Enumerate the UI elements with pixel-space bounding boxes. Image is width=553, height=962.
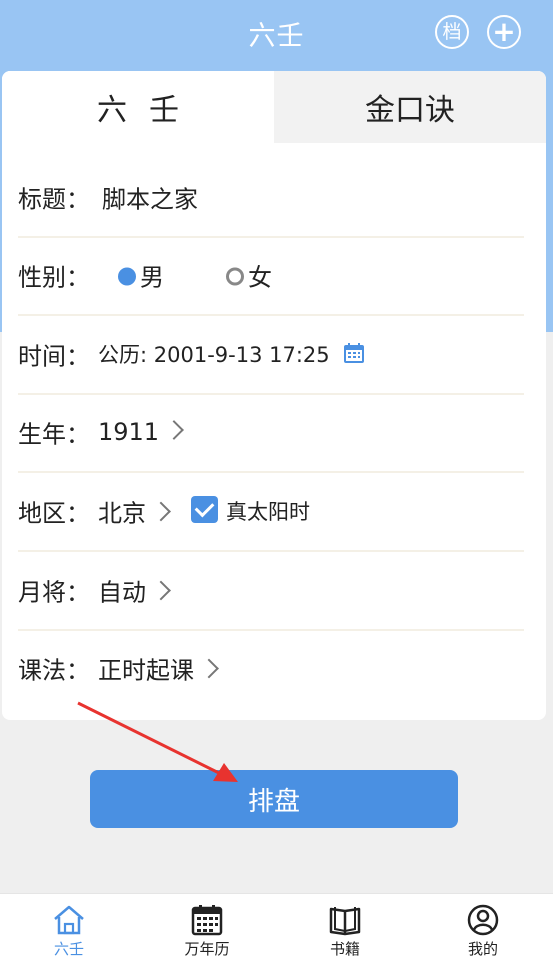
nav-item-profile[interactable]: 我的 xyxy=(414,894,552,962)
region-value: 北京 xyxy=(98,499,146,528)
region-label: 地区： xyxy=(18,499,90,528)
region-select[interactable]: 北京 xyxy=(98,494,171,529)
birth-year-select[interactable]: 1911 xyxy=(98,418,184,446)
time-row[interactable]: 时间： 公历: 2001-9-13 17:25 xyxy=(2,315,546,393)
archive-button[interactable]: 档 xyxy=(435,15,469,49)
book-icon xyxy=(329,907,361,936)
chevron-right-icon xyxy=(151,501,171,522)
chevron-right-icon xyxy=(199,658,219,679)
chevron-right-icon xyxy=(151,580,171,601)
gender-row: 性别： 男 女 xyxy=(2,236,546,314)
month-general-label: 月将： xyxy=(18,578,90,607)
user-icon xyxy=(467,904,499,936)
method-value: 正时起课 xyxy=(98,656,194,685)
nav-item-home[interactable]: 六壬 xyxy=(0,894,138,962)
checkbox-checked-icon xyxy=(191,495,218,523)
nav-label-profile: 我的 xyxy=(467,940,498,958)
method-select[interactable]: 正时起课 xyxy=(98,651,219,686)
nav-label-home: 六壬 xyxy=(53,940,84,958)
title-row[interactable]: 标题： 脚本之家 xyxy=(2,158,546,236)
form-card: 六壬 金口诀 标题： 脚本之家 性别： 男 女 时间： 公历: 2001-9-1… xyxy=(2,71,546,720)
method-label: 课法： xyxy=(18,656,90,685)
tab-bar: 六壬 金口诀 xyxy=(2,71,546,143)
region-row: 地区： 北京 真太阳时 xyxy=(2,472,546,550)
add-button[interactable]: + xyxy=(487,15,521,49)
gender-male-label: 男 xyxy=(140,263,164,292)
tab-jinkoujue[interactable]: 金口诀 xyxy=(274,71,546,143)
nav-label-books: 书籍 xyxy=(329,940,360,958)
title-label: 标题： xyxy=(18,185,90,214)
birth-year-label: 生年： xyxy=(18,420,90,449)
nav-item-calendar[interactable]: 万年历 xyxy=(138,894,276,962)
radio-unselected-icon xyxy=(226,267,244,286)
solar-time-checkbox[interactable]: 真太阳时 xyxy=(191,495,310,526)
tab-liuren[interactable]: 六壬 xyxy=(2,71,274,143)
gender-male-radio[interactable]: 男 xyxy=(118,258,164,293)
chevron-right-icon xyxy=(164,420,184,440)
bottom-nav: 六壬 万年历 书籍 我的 xyxy=(0,893,553,962)
gender-female-radio[interactable]: 女 xyxy=(226,258,272,293)
solar-time-label: 真太阳时 xyxy=(226,500,310,524)
month-general-value: 自动 xyxy=(98,578,146,607)
birth-year-row[interactable]: 生年： 1911 xyxy=(2,393,546,471)
time-value: 公历: 2001-9-13 17:25 xyxy=(98,343,330,367)
method-row[interactable]: 课法： 正时起课 xyxy=(2,629,546,707)
nav-item-books[interactable]: 书籍 xyxy=(276,894,414,962)
calendar-icon xyxy=(191,905,223,936)
title-input[interactable]: 脚本之家 xyxy=(102,180,198,215)
time-value-wrap[interactable]: 公历: 2001-9-13 17:25 xyxy=(98,339,365,369)
home-icon xyxy=(54,905,84,935)
month-general-select[interactable]: 自动 xyxy=(98,573,171,608)
month-general-row[interactable]: 月将： 自动 xyxy=(2,551,546,629)
paipan-button[interactable]: 排盘 xyxy=(90,770,458,828)
nav-label-calendar: 万年历 xyxy=(184,940,230,958)
gender-label: 性别： xyxy=(18,263,90,292)
birth-year-value: 1911 xyxy=(98,418,160,446)
gender-female-label: 女 xyxy=(248,263,272,292)
calendar-icon[interactable] xyxy=(343,342,365,364)
radio-selected-icon xyxy=(118,267,136,286)
time-label: 时间： xyxy=(18,342,90,371)
page-title: 六壬 xyxy=(248,21,305,52)
